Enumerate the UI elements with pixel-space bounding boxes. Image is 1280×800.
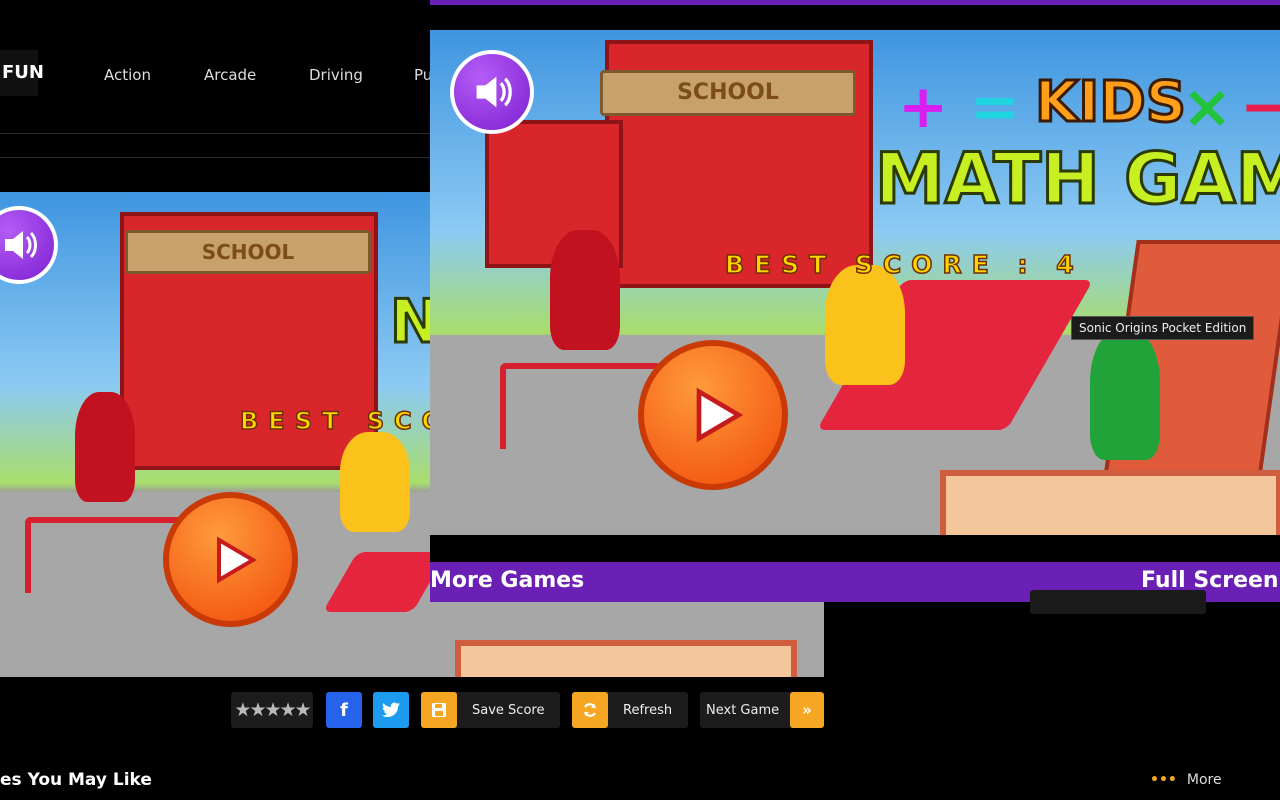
school-sign: SCHOOL (600, 70, 856, 116)
more-link[interactable]: ••• More (1150, 772, 1222, 788)
twitter-share-button[interactable] (373, 692, 409, 728)
sandbox (455, 640, 797, 677)
refresh-button[interactable]: Refresh (572, 692, 688, 728)
facebook-share-button[interactable]: f (326, 692, 362, 728)
dots-icon: ••• (1150, 772, 1177, 788)
facebook-icon: f (340, 699, 348, 721)
game-frame: SCHOOL + = KIDS × − MATH GAME BEST SCORE… (430, 0, 1280, 602)
next-game-button[interactable]: Next Game » (700, 692, 824, 728)
tooltip: Sonic Origins Pocket Edition (1071, 316, 1255, 340)
play-icon (216, 536, 257, 583)
minus-symbol: − (1240, 72, 1280, 142)
nav-item-arcade[interactable]: Arcade (204, 66, 256, 84)
speaker-icon (476, 76, 512, 108)
star-icons: ★★★★★ (234, 699, 311, 721)
twitter-icon (382, 702, 400, 718)
play-button[interactable] (638, 340, 788, 490)
nav-item-driving[interactable]: Driving (309, 66, 363, 84)
equals-symbol: = (970, 72, 1021, 142)
kid-figure (550, 230, 620, 350)
school-sign: SCHOOL (125, 230, 371, 274)
times-symbol: × (1182, 72, 1233, 142)
divider (0, 157, 430, 158)
nav-item-action[interactable]: Action (104, 66, 151, 84)
game-canvas[interactable]: SCHOOL + = KIDS × − MATH GAME BEST SCORE… (430, 30, 1280, 535)
next-game-label: Next Game (706, 702, 780, 718)
kid-figure (1090, 330, 1160, 460)
kid-figure (75, 392, 135, 502)
refresh-label: Refresh (623, 702, 673, 718)
more-label: More (1186, 772, 1222, 788)
kid-figure (340, 432, 410, 532)
floppy-icon (421, 692, 457, 728)
best-score: BEST SCORE : 4 (724, 249, 1084, 280)
bg-play-button[interactable] (163, 492, 298, 627)
refresh-icon (572, 692, 608, 728)
title-kids: KIDS (1033, 69, 1187, 137)
play-icon (696, 387, 744, 443)
title-math-game: MATH GAME (873, 137, 1280, 222)
kid-figure (825, 265, 905, 385)
bg-best-score: BEST SCO (239, 406, 452, 436)
background-controls (1030, 590, 1206, 614)
plus-symbol: + (898, 72, 949, 142)
save-score-label: Save Score (472, 702, 545, 718)
game-top-bar (430, 0, 1280, 5)
sandbox (940, 470, 1280, 535)
sound-button[interactable] (450, 50, 534, 134)
divider (0, 133, 430, 134)
best-score-value: 4 (1055, 249, 1084, 280)
speaker-icon (5, 231, 37, 259)
site-logo[interactable]: FUN (0, 50, 44, 96)
logo-text: FUN (2, 62, 44, 83)
games-you-may-like-heading: es You May Like (0, 770, 152, 790)
double-chevron-right-icon: » (790, 692, 824, 728)
save-score-button[interactable]: Save Score (421, 692, 560, 728)
more-games-link[interactable]: More Games (430, 568, 584, 593)
best-score-label: BEST SCORE : (724, 249, 1038, 280)
rating-stars[interactable]: ★★★★★ (231, 692, 313, 728)
